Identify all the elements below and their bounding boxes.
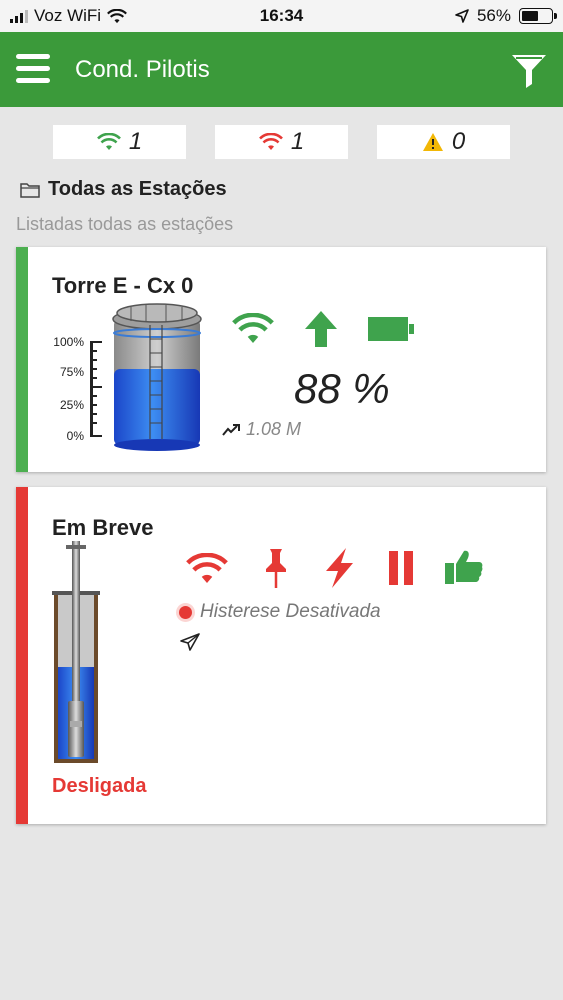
send-icon[interactable]	[180, 633, 200, 651]
offline-counter[interactable]: 1	[215, 125, 348, 159]
wifi-online-icon	[96, 133, 121, 150]
pump-state-label: Desligada	[52, 775, 147, 797]
scale-label-100: 100%	[53, 335, 84, 349]
lightning-icon	[326, 548, 353, 588]
menu-button[interactable]	[16, 54, 50, 84]
pin-icon	[266, 549, 286, 588]
section-subtitle: Listadas todas as estações	[16, 214, 234, 234]
wifi-icon	[232, 313, 274, 343]
station-card-torre-e[interactable]: Torre E - Cx 0 100% 75% 25% 0% 88 % 1.08…	[16, 247, 546, 472]
well-pump-image	[52, 541, 100, 763]
alert-count: 0	[451, 128, 466, 155]
station-name: Torre E - Cx 0	[52, 273, 194, 298]
arrow-up-icon	[305, 311, 337, 347]
status-bar-indicator	[16, 247, 28, 472]
thumbs-up-icon	[445, 550, 483, 584]
wifi-offline-icon	[258, 133, 283, 150]
level-percent: 88 %	[294, 365, 390, 412]
section-title-label: Todas as Estações	[48, 178, 227, 200]
offline-count: 1	[290, 128, 305, 155]
status-bar: Voz WiFi 16:34 56%	[0, 0, 563, 32]
folder-icon	[20, 182, 40, 198]
pause-icon	[389, 551, 413, 585]
location-arrow-icon	[455, 9, 469, 23]
alert-counter[interactable]: 0	[377, 125, 510, 159]
hysteresis-status: Histerese Desativada	[179, 601, 381, 623]
scale-label-75: 75%	[59, 365, 84, 379]
section-title[interactable]: Todas as Estações	[20, 178, 227, 201]
battery-percent: 56%	[476, 6, 511, 25]
trending-up-icon	[222, 423, 240, 436]
scale-label-0: 0%	[66, 429, 84, 443]
battery-level	[522, 11, 538, 21]
online-counter[interactable]: 1	[53, 125, 186, 159]
hysteresis-label: Histerese Desativada	[200, 601, 381, 622]
status-bar-right: 56%	[455, 6, 557, 26]
water-tank-image	[90, 303, 202, 451]
filter-button[interactable]	[509, 50, 549, 90]
volume-value: 1.08 M	[246, 419, 302, 439]
app-header: Cond. Pilotis	[0, 32, 563, 107]
station-name: Em Breve	[52, 515, 154, 540]
battery-icon	[368, 317, 414, 341]
scale-label-25: 25%	[59, 398, 84, 412]
warning-icon	[422, 133, 443, 151]
volume-readout: 1.08 M	[222, 419, 301, 440]
hamburger-icon	[16, 54, 50, 59]
battery-icon	[519, 8, 557, 24]
online-count: 1	[128, 128, 143, 155]
filter-icon	[512, 55, 546, 88]
hysteresis-dot-icon	[179, 605, 192, 619]
wifi-icon	[186, 553, 228, 583]
status-bar-indicator	[16, 487, 28, 824]
page-title: Cond. Pilotis	[75, 56, 210, 83]
station-card-em-breve[interactable]: Em Breve Histerese Desativada Desligada	[16, 487, 546, 824]
